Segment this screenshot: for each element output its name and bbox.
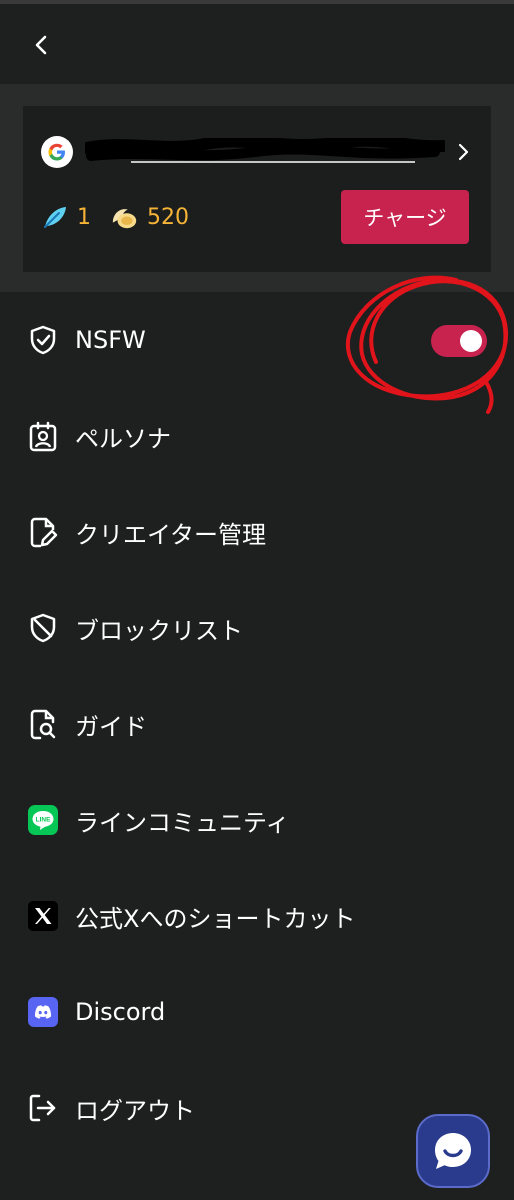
back-button[interactable]	[26, 30, 56, 60]
svg-text:LINE: LINE	[36, 817, 51, 824]
coin-balance: 520	[147, 204, 189, 230]
discord-icon	[27, 996, 59, 1028]
coin-wing-icon	[111, 203, 139, 231]
menu-label-persona: ペルソナ	[75, 424, 171, 453]
file-search-icon	[27, 708, 59, 740]
menu-item-x[interactable]: 公式Xへのショートカット	[0, 868, 514, 964]
menu-label-creator: クリエイター管理	[75, 520, 267, 549]
menu-label-guide: ガイド	[75, 712, 147, 741]
menu-item-guide[interactable]: ガイド	[0, 676, 514, 772]
chat-button[interactable]	[416, 1114, 490, 1188]
shield-slash-icon	[27, 612, 59, 644]
header	[0, 4, 514, 84]
chevron-right-icon	[458, 143, 469, 161]
chat-bubble-icon	[435, 1133, 471, 1169]
menu-item-blocklist[interactable]: ブロックリスト	[0, 580, 514, 676]
menu-item-persona[interactable]: ペルソナ	[0, 388, 514, 484]
shield-check-icon	[27, 324, 59, 356]
persona-badge-icon	[27, 420, 59, 452]
menu-label-line: ラインコミュニティ	[75, 808, 290, 837]
balance-row: 1 520	[41, 202, 189, 232]
account-section: 1 520 チャージ	[0, 84, 514, 292]
menu-item-creator[interactable]: クリエイター管理	[0, 484, 514, 580]
menu-item-discord[interactable]: Discord	[0, 964, 514, 1060]
file-edit-icon	[27, 516, 59, 548]
feather-icon	[41, 203, 69, 231]
account-card: 1 520 チャージ	[23, 106, 491, 272]
menu-label-nsfw: NSFW	[75, 326, 146, 354]
menu-label-x: 公式Xへのショートカット	[75, 904, 356, 933]
redacted-account-name	[85, 138, 445, 163]
nsfw-toggle[interactable]	[431, 325, 487, 357]
chevron-left-icon	[35, 35, 47, 55]
google-icon	[41, 136, 73, 168]
menu-label-discord: Discord	[75, 998, 166, 1026]
menu-label-logout: ログアウト	[75, 1096, 195, 1125]
line-icon: LINE	[27, 804, 59, 836]
toggle-knob	[460, 330, 482, 352]
feather-balance: 1	[77, 204, 91, 230]
menu-item-line[interactable]: LINE ラインコミュニティ	[0, 772, 514, 868]
x-logo-icon	[27, 900, 59, 932]
menu-label-blocklist: ブロックリスト	[75, 616, 243, 645]
charge-button[interactable]: チャージ	[341, 190, 469, 244]
account-row[interactable]	[41, 132, 469, 172]
logout-icon	[27, 1092, 59, 1124]
account-chevron	[449, 138, 477, 166]
